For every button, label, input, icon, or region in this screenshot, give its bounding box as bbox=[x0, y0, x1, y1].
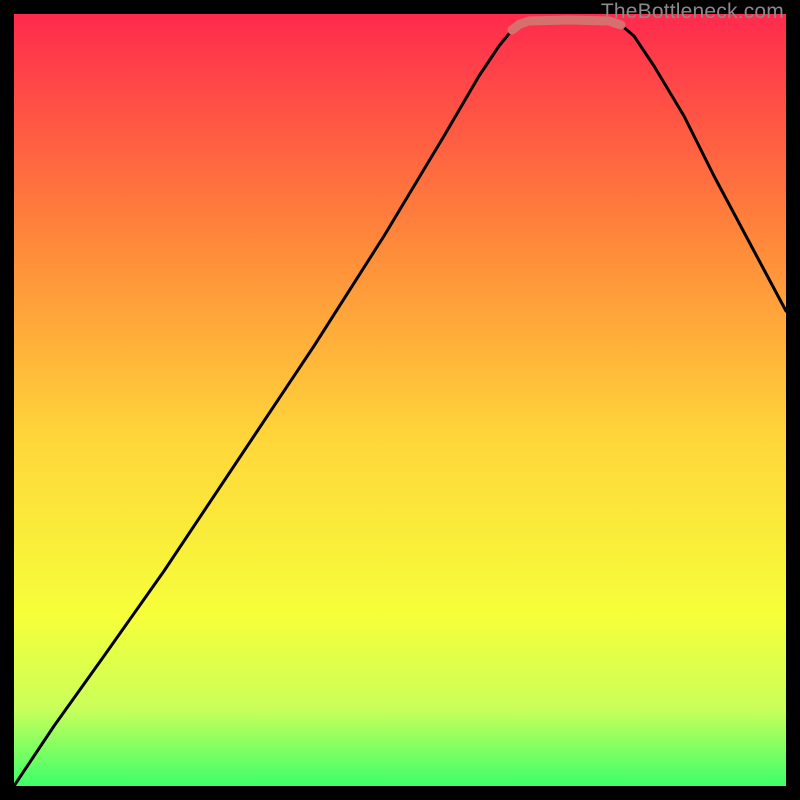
chart-frame: TheBottleneck.com bbox=[0, 0, 800, 800]
curve-overlay bbox=[14, 14, 786, 786]
bottleneck-curve bbox=[14, 20, 786, 786]
watermark-label: TheBottleneck.com bbox=[601, 0, 784, 24]
plot-area bbox=[14, 14, 786, 786]
